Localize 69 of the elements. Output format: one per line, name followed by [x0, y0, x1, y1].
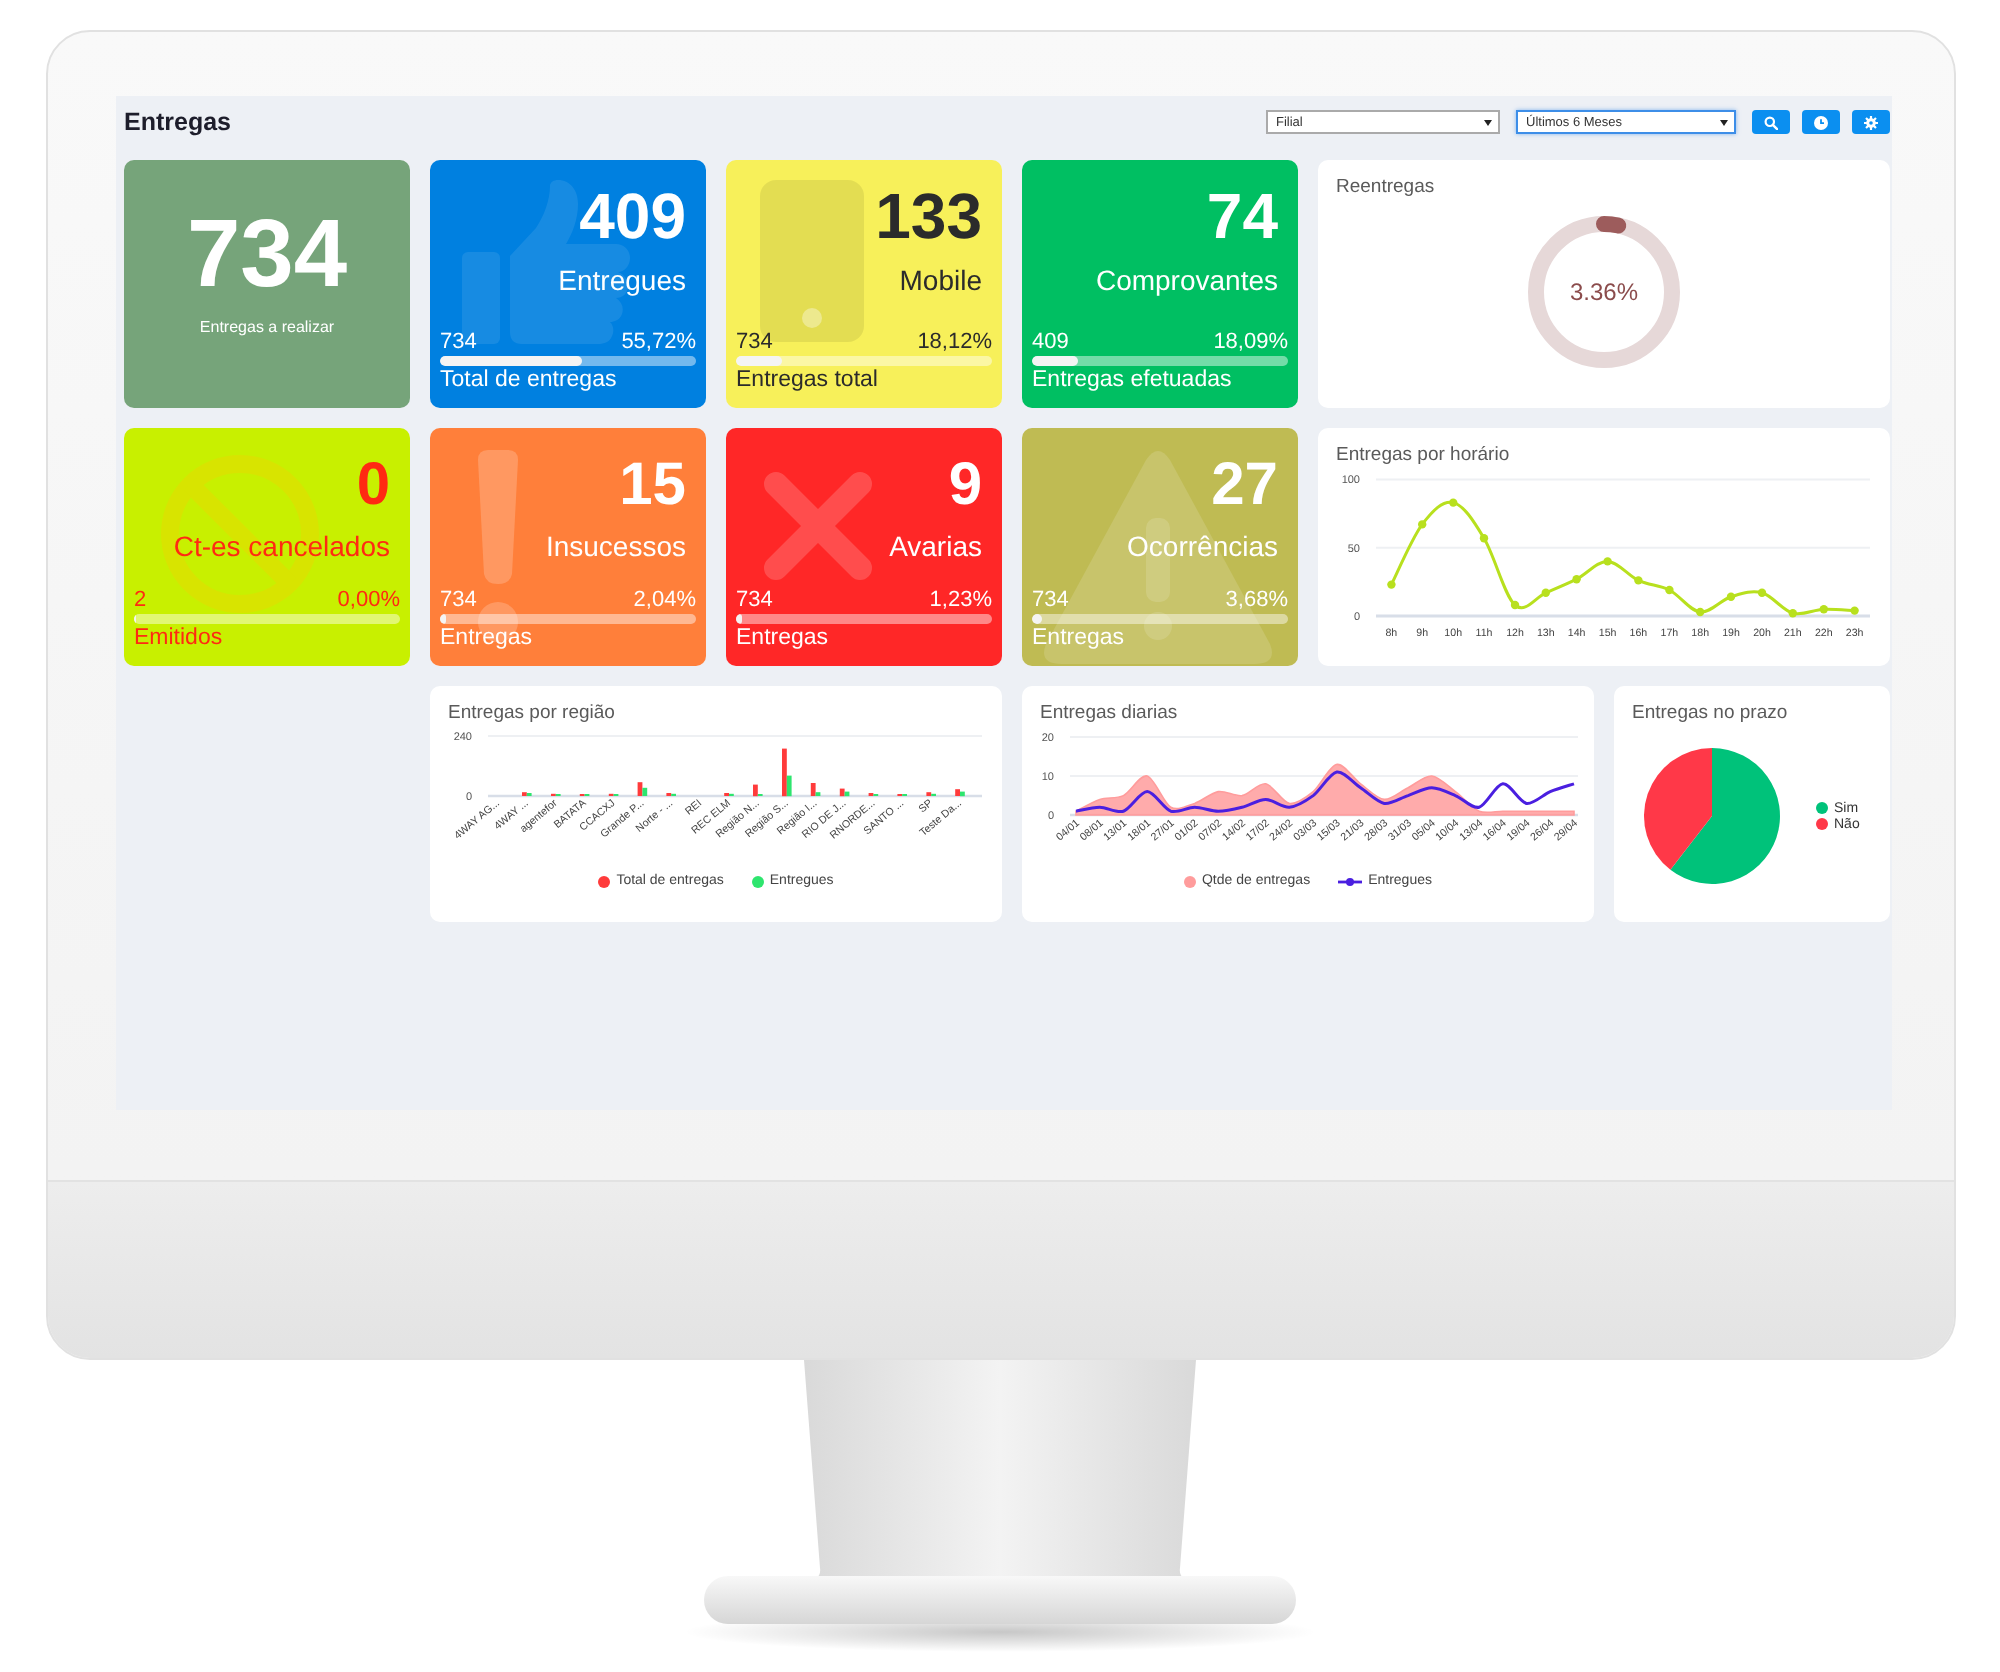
- data-point: [1387, 580, 1396, 589]
- chart-title: Entregas no prazo: [1632, 702, 1788, 726]
- clock-button[interactable]: [1802, 110, 1840, 134]
- stat-label: Entregues: [558, 264, 686, 296]
- stat-footer: Emitidos: [134, 624, 223, 652]
- stat-percent: 18,09%: [1213, 330, 1288, 354]
- stat-label: Insucessos: [545, 530, 686, 562]
- stat-value: 15: [619, 456, 686, 516]
- stat-value: 0: [356, 456, 390, 516]
- search-icon: [1764, 115, 1778, 129]
- stat-base: 734: [736, 330, 773, 354]
- caret-icon: [1484, 119, 1492, 125]
- search-button[interactable]: [1752, 110, 1790, 134]
- stat-caption: Entregas a realizar: [199, 318, 335, 338]
- stat-value: 133: [875, 184, 982, 248]
- data-point: [1572, 575, 1581, 584]
- stat-percent: 2,04%: [633, 588, 696, 612]
- chart-title: Entregas diarias: [1040, 702, 1178, 726]
- stat-percent: 0,00%: [337, 588, 400, 612]
- stat-base: 734: [1032, 588, 1069, 612]
- stat-value: 734: [186, 208, 348, 304]
- stat-percent: 1,23%: [929, 588, 992, 612]
- data-point: [1449, 498, 1458, 507]
- stat-percent: 3,68%: [1225, 588, 1288, 612]
- data-point: [1757, 588, 1767, 597]
- data-point: [1696, 607, 1705, 617]
- stat-footer: Entregas efetuadas: [1032, 366, 1232, 394]
- data-point: [1603, 557, 1612, 566]
- stat-value: 409: [579, 184, 686, 248]
- stat-base: 734: [440, 330, 477, 354]
- stat-value: 9: [948, 456, 982, 516]
- data-point: [1850, 606, 1859, 615]
- stat-footer: Entregas: [1032, 624, 1125, 652]
- stat-footer: Entregas total: [736, 366, 878, 394]
- data-point: [1665, 585, 1674, 595]
- page-title: Entregas: [124, 108, 231, 136]
- stat-value: 74: [1206, 184, 1278, 248]
- stat-base: 734: [440, 588, 477, 612]
- chart-title: Entregas por região: [448, 702, 615, 726]
- gear-icon: [1864, 115, 1878, 129]
- settings-button[interactable]: [1852, 110, 1890, 134]
- caret-icon: [1720, 119, 1728, 125]
- data-point: [1418, 520, 1427, 529]
- stat-footer: Entregas: [440, 624, 533, 652]
- stat-label: Ocorrências: [1127, 530, 1278, 562]
- panel-title: Reentregas: [1336, 176, 1435, 200]
- data-point: [1479, 534, 1489, 543]
- data-point: [1788, 609, 1797, 618]
- data-point: [1541, 588, 1550, 597]
- data-point: [1510, 600, 1520, 610]
- stat-base: 734: [736, 588, 773, 612]
- cross-icon: [760, 468, 876, 584]
- data-point: [1634, 576, 1643, 585]
- stat-label: Ct-es cancelados: [173, 530, 390, 562]
- stat-label: Comprovantes: [1095, 264, 1278, 296]
- stat-footer: Total de entregas: [440, 366, 617, 394]
- data-point: [1726, 592, 1736, 601]
- stat-percent: 55,72%: [621, 330, 696, 354]
- clock-icon: [1814, 115, 1828, 129]
- stat-label: Avarias: [889, 530, 982, 562]
- stat-percent: 18,12%: [917, 330, 992, 354]
- stat-value: 27: [1211, 456, 1278, 516]
- stat-base: 2: [134, 588, 147, 612]
- stat-footer: Entregas: [736, 624, 829, 652]
- stat-base: 409: [1032, 330, 1069, 354]
- data-point: [1819, 605, 1828, 614]
- stat-label: Mobile: [899, 264, 982, 296]
- gauge-value: 3.36%: [1569, 278, 1639, 306]
- chart-title: Entregas por horário: [1336, 444, 1510, 468]
